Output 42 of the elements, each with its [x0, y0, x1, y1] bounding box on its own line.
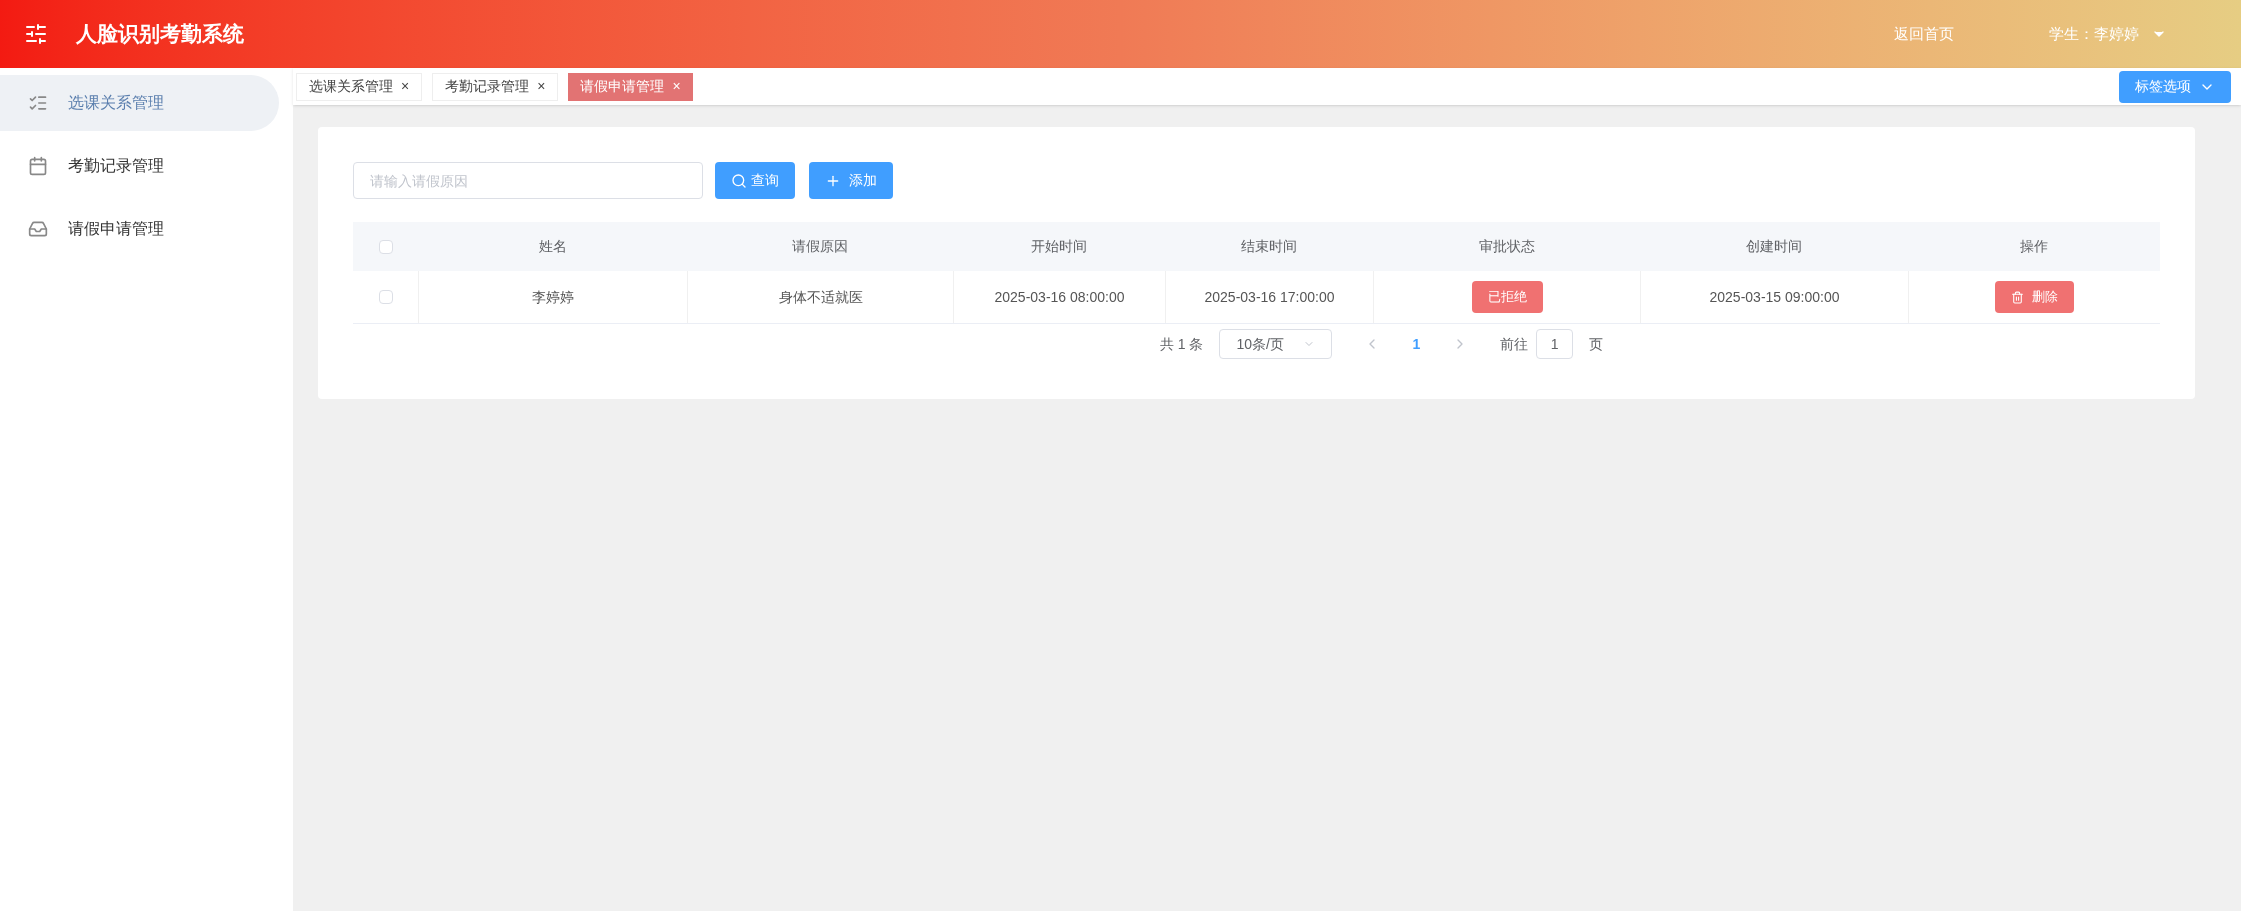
checklist-icon	[28, 93, 48, 113]
column-header: 结束时间	[1241, 238, 1297, 254]
close-icon[interactable]: ×	[537, 76, 546, 97]
column-header: 请假原因	[792, 238, 848, 254]
delete-button[interactable]: 删除	[1995, 281, 2074, 313]
search-button[interactable]: 查询	[715, 162, 795, 199]
search-field[interactable]: 请输入请假原因	[353, 162, 703, 199]
select-all-checkbox[interactable]	[378, 239, 393, 254]
page-size-select[interactable]: 10条/页	[1219, 329, 1333, 359]
table-cell-text: 2025-03-16 17:00:00	[1204, 287, 1335, 307]
sidebar-item[interactable]: 请假申请管理	[0, 201, 279, 257]
close-icon[interactable]: ×	[401, 76, 410, 97]
tab-options-button[interactable]: 标签选项	[2119, 70, 2231, 103]
column-header: 创建时间	[1746, 238, 1802, 254]
close-icon[interactable]: ×	[672, 76, 681, 97]
goto-label: 前往	[1500, 334, 1529, 354]
page-tab[interactable]: 选课关系管理 ×	[296, 72, 423, 101]
row-checkbox[interactable]	[378, 290, 393, 304]
column-header: 操作	[2020, 238, 2048, 254]
column-header: 审批状态	[1478, 238, 1535, 254]
tray-icon	[28, 219, 48, 239]
app-title: 人脸识别考勤系统	[76, 21, 244, 48]
status-tag: 已拒绝	[1471, 281, 1543, 313]
page-tab[interactable]: 请假申请管理 ×	[568, 72, 693, 101]
calendar-icon	[28, 156, 48, 176]
menu-icon[interactable]	[24, 22, 48, 46]
table-cell-text: 李婷婷	[532, 287, 574, 307]
search-icon	[731, 172, 747, 189]
column-header: 姓名	[538, 238, 567, 254]
sidebar-item[interactable]: 考勤记录管理	[0, 138, 279, 194]
table-cell-text: 身体不适就医	[778, 287, 863, 307]
total-count: 共 1 条	[1159, 334, 1204, 354]
trash-icon	[2011, 290, 2024, 304]
table-cell-text: 2025-03-15 09:00:00	[1709, 287, 1840, 307]
sidebar-item[interactable]: 选课关系管理	[0, 75, 279, 131]
table-cell-text: 2025-03-16 08:00:00	[994, 287, 1125, 307]
page-suffix: 页	[1589, 334, 1604, 354]
page-tab[interactable]: 考勤记录管理 ×	[432, 72, 559, 101]
goto-page-field[interactable]: 1	[1536, 329, 1574, 359]
page-number[interactable]: 1	[1396, 333, 1437, 355]
column-header: 开始时间	[1031, 238, 1087, 254]
add-button[interactable]: 添加	[809, 162, 893, 199]
